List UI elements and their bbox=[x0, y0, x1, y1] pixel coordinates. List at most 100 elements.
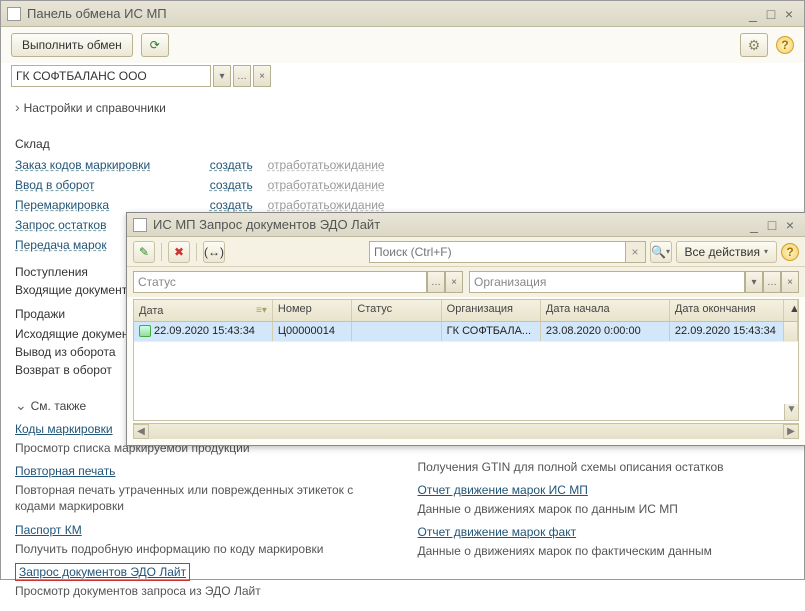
link-vvod[interactable]: Ввод в оборот bbox=[15, 178, 210, 192]
main-titlebar: Панель обмена ИС МП _ □ × bbox=[1, 1, 804, 27]
main-toolbar: Выполнить обмен ⟳ ⚙ ? bbox=[1, 27, 804, 63]
process-link[interactable]: отработать bbox=[268, 158, 330, 172]
scroll-left-button[interactable]: ◀ bbox=[133, 424, 149, 439]
search-clear-button[interactable]: × bbox=[626, 241, 646, 263]
desc-povtor: Повторная печать утраченных или поврежде… bbox=[15, 480, 355, 520]
settings-expander[interactable]: Настройки и справочники bbox=[15, 93, 790, 121]
refresh-icon: ⟳ bbox=[150, 38, 160, 52]
grid-header: Дата≡▾ Номер Статус Организация Дата нач… bbox=[134, 300, 798, 322]
cell-num: Ц00000014 bbox=[273, 322, 352, 341]
edit-button[interactable]: ✎ bbox=[133, 241, 155, 263]
wait-link[interactable]: ожидание bbox=[330, 158, 388, 172]
child-window: ИС МП Запрос документов ЭДО Лайт _ □ × ✎… bbox=[126, 212, 805, 446]
minimize-icon[interactable]: _ bbox=[745, 217, 763, 233]
link-kody[interactable]: Коды маркировки bbox=[15, 420, 113, 438]
cell-d2: 22.09.2020 15:43:34 bbox=[670, 322, 784, 341]
desc-gtin: Получения GTIN для полной схемы описания… bbox=[418, 457, 758, 481]
org-dropdown-button[interactable]: ▾ bbox=[745, 271, 763, 293]
close-icon[interactable]: × bbox=[781, 217, 799, 233]
org-dropdown-button[interactable]: ▾ bbox=[213, 65, 231, 87]
col-d2[interactable]: Дата окончания bbox=[670, 300, 784, 321]
create-link[interactable]: создать bbox=[210, 198, 268, 212]
row-zakaz: Заказ кодов маркировки создать отработат… bbox=[15, 155, 388, 175]
section-sklad: Склад bbox=[15, 127, 388, 155]
status-filter[interactable]: Статус bbox=[133, 271, 427, 293]
magnifier-icon: 🔍 bbox=[651, 245, 666, 259]
child-toolbar: ✎ ✖ (↔) × 🔍▾ Все действия▾ ? bbox=[127, 237, 805, 267]
search-input[interactable] bbox=[369, 241, 626, 263]
link-zakaz[interactable]: Заказ кодов маркировки bbox=[15, 158, 210, 172]
col-status[interactable]: Статус bbox=[352, 300, 441, 321]
create-link[interactable]: создать bbox=[210, 158, 268, 172]
wait-link[interactable]: ожидание bbox=[330, 178, 388, 192]
maximize-icon[interactable]: □ bbox=[763, 217, 781, 233]
exchange-button[interactable]: Выполнить обмен bbox=[11, 33, 133, 57]
close-icon[interactable]: × bbox=[780, 6, 798, 22]
child-title: ИС МП Запрос документов ЭДО Лайт bbox=[153, 217, 745, 232]
link-vozvrat[interactable]: Возврат в оборот bbox=[15, 363, 112, 377]
col-org[interactable]: Организация bbox=[442, 300, 541, 321]
h-scrollbar[interactable]: ◀ ▶ bbox=[133, 423, 799, 439]
help-button[interactable]: ? bbox=[776, 36, 794, 54]
status-more-button[interactable]: … bbox=[427, 271, 445, 293]
document-icon bbox=[133, 218, 147, 232]
link-peremark[interactable]: Перемаркировка bbox=[15, 198, 210, 212]
desc-zapros-edo: Просмотр документов запроса из ЭДО Лайт bbox=[15, 581, 355, 605]
status-clear-button[interactable]: × bbox=[445, 271, 463, 293]
desc-otchet-fakt: Данные о движениях марок по фактическим … bbox=[418, 541, 758, 565]
link-incoming[interactable]: Входящие документы bbox=[15, 283, 136, 297]
desc-otchet-ismp: Данные о движениях марок по данным ИС МП bbox=[418, 499, 758, 523]
create-link[interactable]: создать bbox=[210, 178, 268, 192]
scroll-down-button[interactable]: ▼ bbox=[784, 404, 798, 420]
link-pasport[interactable]: Паспорт КМ bbox=[15, 521, 82, 539]
row-vvod: Ввод в оборот создать отработать ожидани… bbox=[15, 175, 388, 195]
delete-icon: ✖ bbox=[174, 245, 184, 259]
org-clear-button[interactable]: × bbox=[781, 271, 799, 293]
search-box: × bbox=[369, 241, 646, 263]
process-link[interactable]: отработать bbox=[268, 178, 330, 192]
document-row-icon bbox=[139, 325, 151, 337]
desc-pasport: Получить подробную информацию по коду ма… bbox=[15, 539, 355, 563]
col-num[interactable]: Номер bbox=[273, 300, 352, 321]
nav-icon: (↔) bbox=[204, 245, 224, 259]
main-title: Панель обмена ИС МП bbox=[27, 6, 744, 21]
sort-desc-icon: ≡▾ bbox=[256, 305, 267, 316]
col-scroll[interactable]: ▲ bbox=[784, 300, 798, 321]
link-zapros-edo[interactable]: Запрос документов ЭДО Лайт bbox=[15, 563, 190, 581]
wait-link[interactable]: ожидание bbox=[330, 198, 388, 212]
cell-d1: 23.08.2020 0:00:00 bbox=[541, 322, 670, 341]
process-link[interactable]: отработать bbox=[268, 198, 330, 212]
all-actions-button[interactable]: Все действия▾ bbox=[676, 241, 777, 263]
scroll-right-button[interactable]: ▶ bbox=[783, 424, 799, 439]
settings-button[interactable]: ⚙ bbox=[740, 33, 768, 57]
org-clear-button[interactable]: × bbox=[253, 65, 271, 87]
minimize-icon[interactable]: _ bbox=[744, 6, 762, 22]
link-otchet-fakt[interactable]: Отчет движение марок факт bbox=[418, 523, 577, 541]
cell-status bbox=[352, 322, 441, 341]
org-selector-row: ГК СОФТБАЛАНС ООО ▾ … × bbox=[1, 63, 804, 93]
find-button[interactable]: 🔍▾ bbox=[650, 241, 672, 263]
link-povtor[interactable]: Повторная печать bbox=[15, 462, 115, 480]
table-row[interactable]: 22.09.2020 15:43:34 Ц00000014 ГК СОФТБАЛ… bbox=[134, 322, 798, 342]
nav-button[interactable]: (↔) bbox=[203, 241, 225, 263]
col-d1[interactable]: Дата начала bbox=[541, 300, 670, 321]
col-date[interactable]: Дата≡▾ bbox=[134, 300, 273, 321]
pencil-icon: ✎ bbox=[139, 245, 149, 259]
cell-date: 22.09.2020 15:43:34 bbox=[154, 325, 255, 337]
grid: Дата≡▾ Номер Статус Организация Дата нач… bbox=[133, 299, 799, 421]
link-outgoing[interactable]: Исходящие документы bbox=[15, 327, 143, 341]
link-otchet-ismp[interactable]: Отчет движение марок ИС МП bbox=[418, 481, 588, 499]
org-filter[interactable]: Организация bbox=[469, 271, 745, 293]
help-button[interactable]: ? bbox=[781, 243, 799, 261]
document-icon bbox=[7, 7, 21, 21]
gear-icon: ⚙ bbox=[748, 37, 761, 54]
maximize-icon[interactable]: □ bbox=[762, 6, 780, 22]
org-field[interactable]: ГК СОФТБАЛАНС ООО bbox=[11, 65, 211, 87]
cell-org: ГК СОФТБАЛА... bbox=[442, 322, 541, 341]
org-more-button[interactable]: … bbox=[763, 271, 781, 293]
delete-button[interactable]: ✖ bbox=[168, 241, 190, 263]
filter-row: Статус … × Организация ▾ … × bbox=[127, 267, 805, 297]
org-more-button[interactable]: … bbox=[233, 65, 251, 87]
refresh-button[interactable]: ⟳ bbox=[141, 33, 169, 57]
link-vyvod[interactable]: Вывод из оборота bbox=[15, 345, 116, 359]
